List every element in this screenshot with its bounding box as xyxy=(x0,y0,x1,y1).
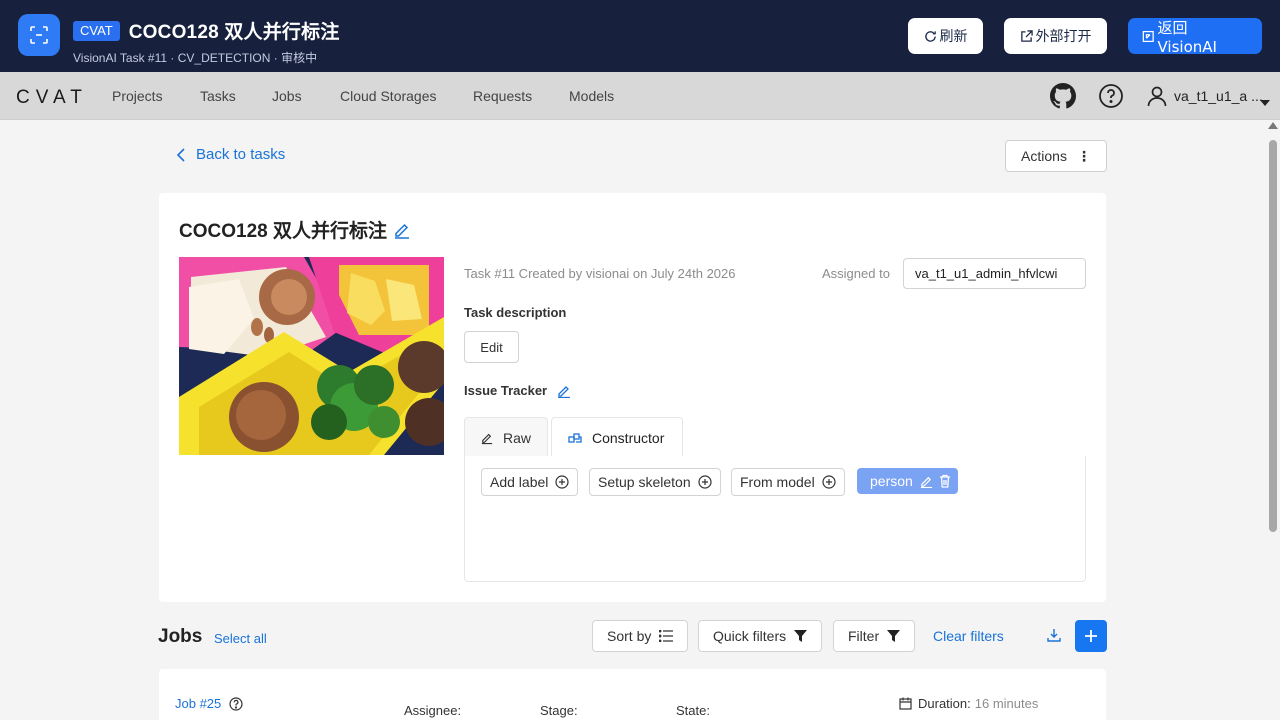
page-scrollbar[interactable] xyxy=(1266,122,1278,720)
edit-label-icon[interactable] xyxy=(920,475,933,488)
add-job-button[interactable] xyxy=(1075,620,1107,652)
task-meta: Task #11 Created by visionai on July 24t… xyxy=(464,266,736,281)
select-all-link[interactable]: Select all xyxy=(214,631,267,646)
header-title-block: CVAT COCO128 双人并行标注 VisionAI Task #11 · … xyxy=(73,17,340,66)
tab-constructor[interactable]: Constructor xyxy=(551,417,683,457)
cvat-badge: CVAT xyxy=(73,20,120,41)
job-link[interactable]: Job #25 xyxy=(175,696,243,711)
download-icon[interactable] xyxy=(1047,628,1061,647)
header-title: COCO128 双人并行标注 xyxy=(128,22,340,43)
pencil-icon xyxy=(481,433,493,444)
job-row: Job #25 Assignee: Stage: State: Duration… xyxy=(159,669,1106,720)
refresh-icon xyxy=(924,30,936,42)
return-icon xyxy=(1142,30,1154,42)
plus-circle-icon xyxy=(822,475,836,489)
edit-description-button[interactable]: Edit xyxy=(464,331,519,363)
jobs-heading: Jobs xyxy=(158,626,203,647)
back-to-tasks-link[interactable]: Back to tasks xyxy=(176,146,285,163)
sort-by-button[interactable]: Sort by xyxy=(592,620,689,652)
cvat-logo[interactable]: CVAT xyxy=(16,87,88,109)
issue-tracker-label: Issue Tracker xyxy=(464,383,571,398)
job-assignee-label: Assignee: xyxy=(404,703,462,718)
more-vertical-icon: ⋮ xyxy=(1076,147,1091,164)
header-subtitle: VisionAI Task #11 · CV_DETECTION · 审核中 xyxy=(73,51,318,65)
chevron-left-icon xyxy=(176,147,185,162)
visionai-header: CVAT COCO128 双人并行标注 VisionAI Task #11 · … xyxy=(0,0,1280,72)
plus-circle-icon xyxy=(698,475,712,489)
add-label-button[interactable]: Add label xyxy=(481,468,579,496)
job-state-label: State: xyxy=(676,703,710,718)
delete-label-icon[interactable] xyxy=(939,474,951,488)
clear-filters-link[interactable]: Clear filters xyxy=(933,628,1004,644)
calendar-icon xyxy=(899,697,912,710)
task-details-card: COCO128 双人并行标注 Task #11 Created by visio… xyxy=(159,193,1106,602)
filter-button[interactable]: Filter xyxy=(833,620,916,652)
help-icon[interactable] xyxy=(1098,83,1124,114)
actions-button[interactable]: Actions ⋮ xyxy=(1005,140,1107,172)
job-duration: Duration: 16 minutes xyxy=(899,696,1038,711)
open-external-button[interactable]: 外部打开 xyxy=(1004,18,1107,54)
label-constructor-panel: Add label Setup skeleton From model pers… xyxy=(464,456,1086,582)
scan-icon[interactable] xyxy=(18,14,60,56)
job-stage-label: Stage: xyxy=(540,703,578,718)
refresh-button[interactable]: 刷新 xyxy=(908,18,983,54)
cvat-navbar: CVAT Projects Tasks Jobs Cloud Storages … xyxy=(0,72,1280,120)
setup-skeleton-button[interactable]: Setup skeleton xyxy=(589,468,721,496)
nav-projects[interactable]: Projects xyxy=(112,88,163,104)
build-icon xyxy=(568,432,582,443)
task-description-label: Task description xyxy=(464,305,567,320)
edit-title-icon[interactable] xyxy=(393,221,411,239)
user-menu[interactable]: va_t1_u1_a ... xyxy=(1174,88,1263,104)
scroll-up-arrow-icon[interactable] xyxy=(1268,122,1278,129)
back-to-visionai-button[interactable]: 返回 VisionAI xyxy=(1128,18,1262,56)
label-tag-person[interactable]: person xyxy=(857,468,958,494)
filter-icon xyxy=(887,630,901,642)
plus-icon xyxy=(1085,630,1097,642)
assignee-select[interactable]: va_t1_u1_admin_hfvlcwi xyxy=(903,258,1086,289)
assigned-to-label: Assigned to xyxy=(822,266,890,281)
tab-raw[interactable]: Raw xyxy=(464,417,548,457)
external-link-icon xyxy=(1020,29,1033,42)
nav-jobs[interactable]: Jobs xyxy=(272,88,302,104)
nav-tasks[interactable]: Tasks xyxy=(200,88,236,104)
task-preview-image xyxy=(179,257,444,455)
user-icon[interactable] xyxy=(1146,85,1168,112)
github-icon[interactable] xyxy=(1050,83,1077,114)
question-circle-icon[interactable] xyxy=(229,696,243,711)
from-model-button[interactable]: From model xyxy=(731,468,845,496)
task-title: COCO128 双人并行标注 xyxy=(179,216,411,243)
sort-list-icon xyxy=(659,630,674,642)
quick-filters-button[interactable]: Quick filters xyxy=(698,620,823,652)
caret-down-icon[interactable] xyxy=(1260,93,1270,111)
nav-requests[interactable]: Requests xyxy=(473,88,532,104)
scroll-thumb[interactable] xyxy=(1269,140,1277,532)
nav-cloud-storages[interactable]: Cloud Storages xyxy=(340,88,437,104)
filter-icon xyxy=(794,630,808,642)
edit-issue-tracker-icon[interactable] xyxy=(557,384,571,398)
plus-circle-icon xyxy=(555,475,569,489)
nav-models[interactable]: Models xyxy=(569,88,614,104)
